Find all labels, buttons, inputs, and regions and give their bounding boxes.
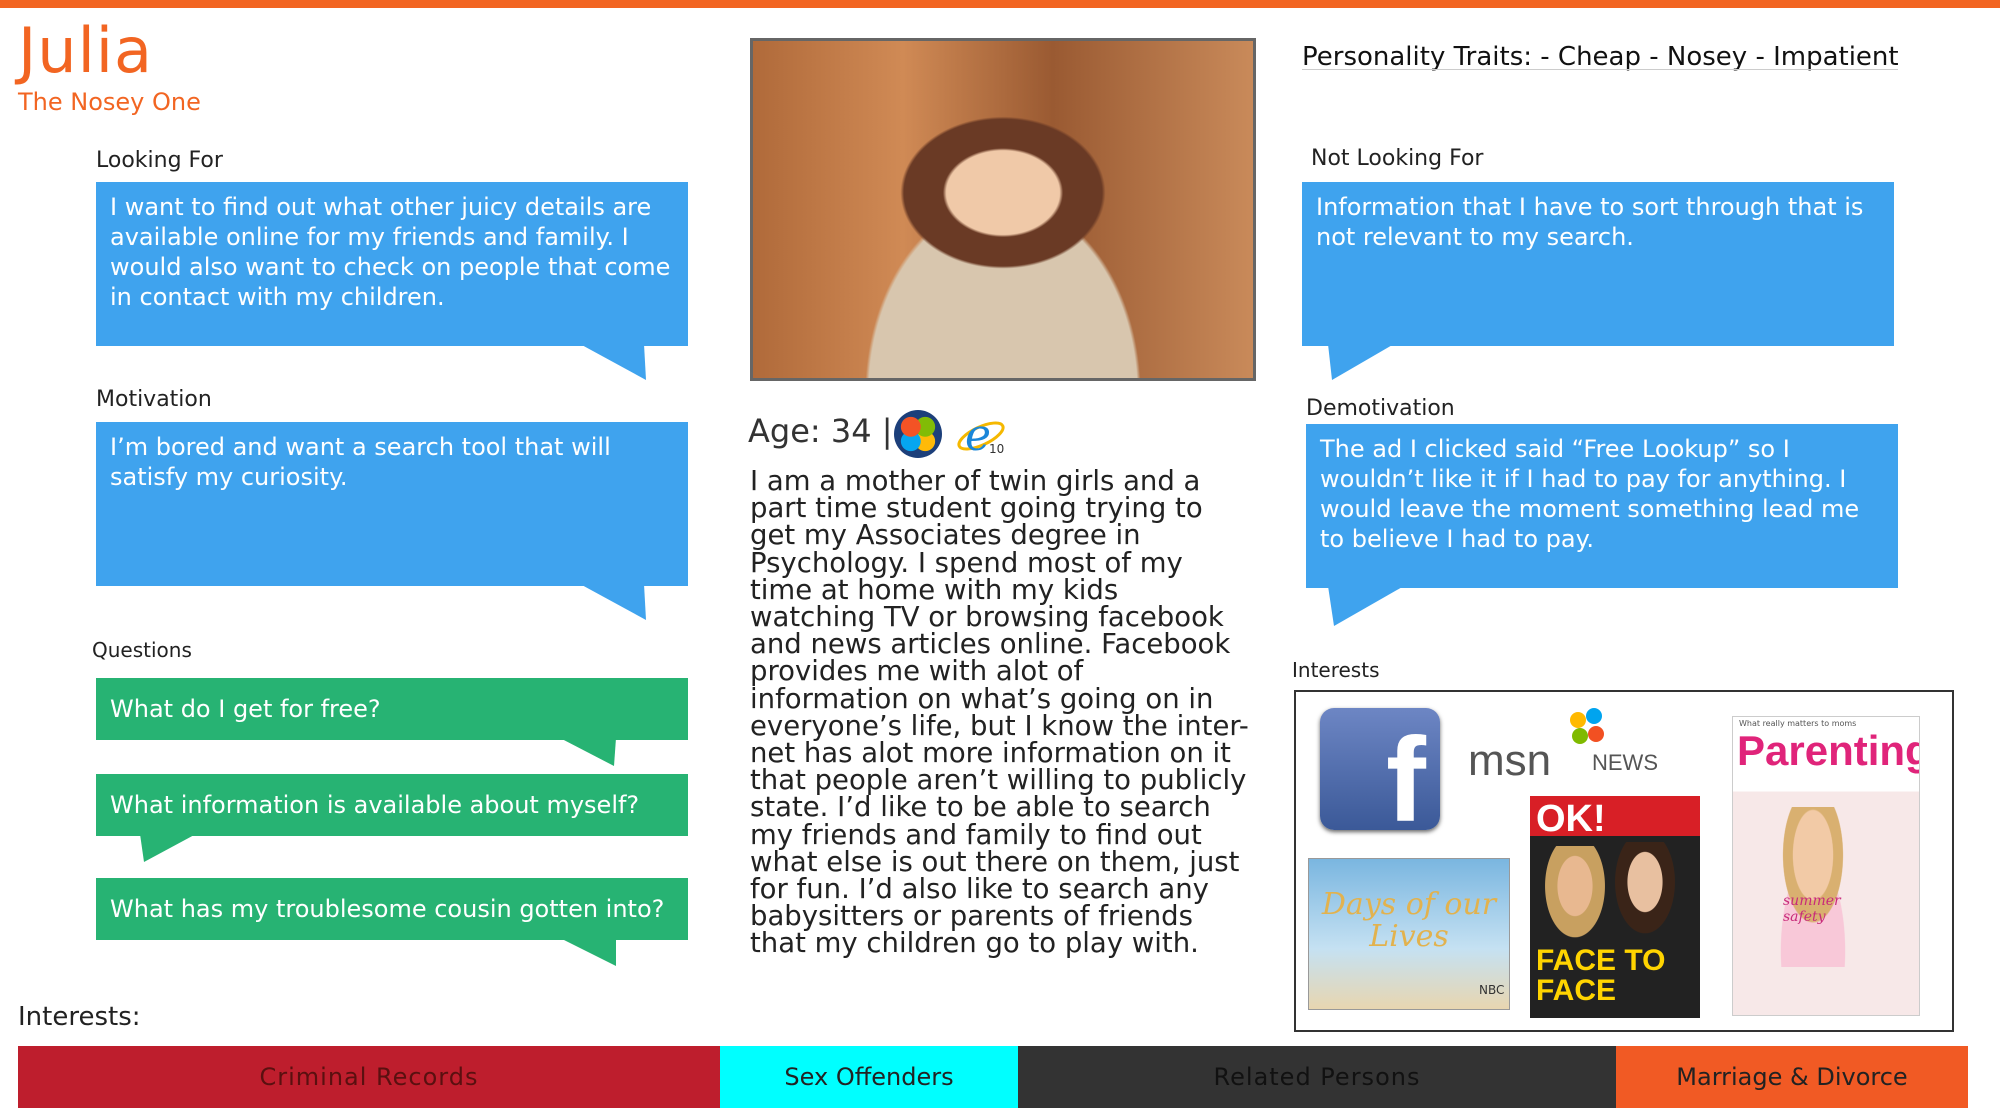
motivation-bubble: I’m bored and want a search tool that wi… (96, 422, 688, 586)
question-bubble-1: What do I get for free? (96, 678, 688, 740)
ok-cover-headline: FACE TO FACE (1536, 944, 1666, 1007)
question-bubble-3: What has my troublesome cousin gotten in… (96, 878, 688, 940)
svg-text:e: e (965, 410, 991, 461)
persona-name: Julia (18, 14, 154, 87)
parenting-cover-child (1763, 807, 1863, 967)
interest-bar-sex-offenders-label: Sex Offenders (784, 1063, 954, 1091)
demotivation-bubble-tail (1328, 586, 1404, 626)
not-looking-for-text: Information that I have to sort through … (1316, 193, 1864, 251)
looking-for-bubble-tail (580, 344, 646, 380)
msn-news-label: NEWS (1592, 750, 1658, 775)
msn-butterfly-icon (1568, 706, 1608, 750)
looking-for-label: Looking For (96, 148, 223, 173)
interest-bar-marriage-divorce: Marriage & Divorce (1616, 1046, 1968, 1108)
parenting-magazine-cover: What really matters to moms Parenting su… (1732, 716, 1920, 1016)
interest-bar-marriage-divorce-label: Marriage & Divorce (1676, 1063, 1908, 1091)
ok-cover-face-right (1610, 842, 1680, 942)
questions-label: Questions (92, 638, 192, 662)
bottom-interests-label: Interests: (18, 1002, 141, 1032)
ok-cover-face-left (1540, 846, 1610, 946)
interest-bar-criminal-records-label: Criminal Records (259, 1063, 479, 1091)
motivation-bubble-tail (580, 584, 646, 620)
ok-magazine-title: OK! (1536, 798, 1606, 840)
ok-magazine-cover: OK! FACE TO FACE (1530, 796, 1700, 1018)
personality-traits: Personality Traits: - Cheap - Nosey - Im… (1302, 42, 1899, 72)
windows-icon (894, 410, 942, 458)
question-text-2: What information is available about myse… (110, 791, 640, 819)
facebook-logo: f (1320, 708, 1440, 830)
not-looking-for-label: Not Looking For (1311, 146, 1484, 171)
looking-for-text: I want to find out what other juicy deta… (110, 193, 671, 311)
demotivation-label: Demotivation (1306, 396, 1455, 421)
not-looking-for-bubble-tail (1328, 344, 1394, 380)
age-label: Age: 34 | (748, 412, 893, 450)
not-looking-for-bubble: Information that I have to sort through … (1302, 182, 1894, 346)
msn-logo: msn (1468, 736, 1552, 785)
days-of-our-lives-text: Days of our Lives (1321, 887, 1497, 954)
nbc-logo: NBC (1479, 983, 1505, 997)
ie-version-label: 10 (989, 442, 1005, 456)
motivation-label: Motivation (96, 387, 212, 412)
question-bubble-2: What information is available about myse… (96, 774, 688, 836)
question-bubble-1-tail (560, 738, 616, 766)
interest-bar-sex-offenders: Sex Offenders (720, 1046, 1018, 1108)
parenting-cover-line: summer safety (1783, 893, 1841, 925)
persona-photo (750, 38, 1256, 381)
looking-for-bubble: I want to find out what other juicy deta… (96, 182, 688, 346)
internet-explorer-icon: e 10 (955, 406, 1011, 462)
top-accent-bar (0, 0, 2000, 8)
interest-bar-related-persons: Related Persons (1018, 1046, 1616, 1108)
interests-panel-label: Interests (1292, 658, 1380, 682)
question-text-3: What has my troublesome cousin gotten in… (110, 895, 665, 923)
demotivation-text: The ad I clicked said “Free Lookup” so I… (1320, 435, 1860, 553)
question-text-1: What do I get for free? (110, 695, 381, 723)
question-bubble-3-tail (560, 938, 616, 966)
parenting-title: Parenting (1737, 727, 1920, 774)
demotivation-bubble: The ad I clicked said “Free Lookup” so I… (1306, 424, 1898, 588)
persona-subtitle: The Nosey One (18, 88, 201, 116)
question-bubble-2-tail (140, 834, 196, 862)
interest-bar-related-persons-label: Related Persons (1213, 1063, 1421, 1091)
days-of-our-lives-logo: Days of our Lives NBC (1308, 858, 1510, 1010)
persona-bio: I am a mother of twin girls and a part t… (750, 465, 1249, 960)
motivation-text: I’m bored and want a search tool that wi… (110, 433, 611, 491)
interest-bar-criminal-records: Criminal Records (18, 1046, 720, 1108)
facebook-logo-text: f (1386, 713, 1426, 830)
interests-collage: f msn NEWS Days of our Lives NBC OK! FAC… (1294, 690, 1954, 1032)
traits-underline (1302, 69, 1898, 70)
